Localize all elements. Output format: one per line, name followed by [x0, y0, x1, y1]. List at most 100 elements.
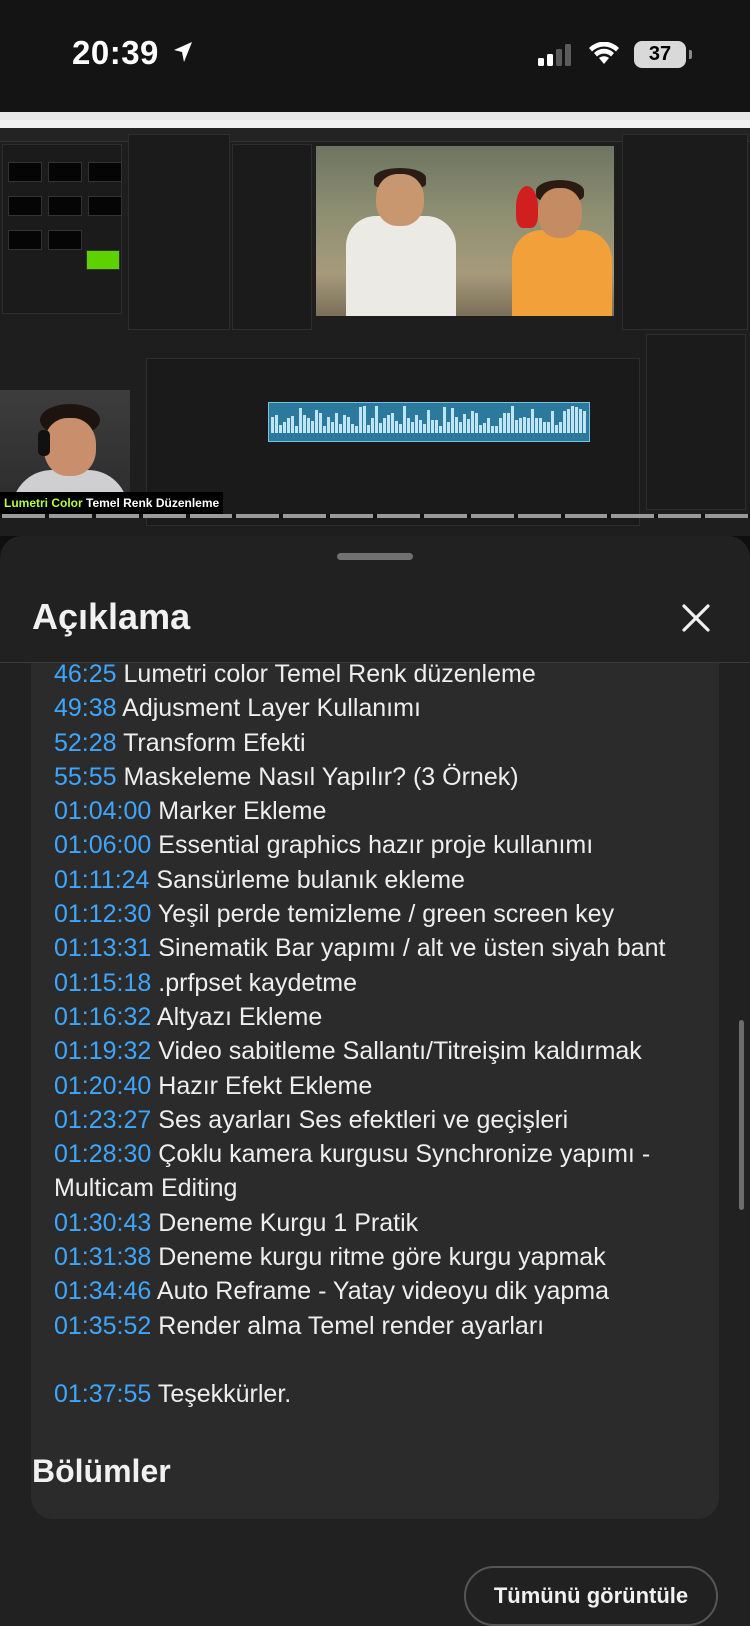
waveform-bar	[503, 413, 506, 433]
chapter-line: 01:15:18 .prfpset kaydetme	[54, 966, 698, 1000]
drag-handle[interactable]	[337, 553, 413, 560]
chapter-segment[interactable]	[95, 514, 139, 518]
waveform-bar	[575, 407, 578, 433]
chapter-line: 52:28 Transform Efekti	[54, 726, 698, 760]
timestamp-link[interactable]: 52:28	[54, 729, 117, 757]
waveform-bar	[527, 418, 530, 433]
waveform-bar	[447, 422, 450, 433]
waveform-bar	[335, 413, 338, 433]
waveform-bar	[303, 415, 306, 433]
scrollbar[interactable]	[739, 1020, 744, 1210]
timestamp-link[interactable]: 01:20:40	[54, 1072, 151, 1100]
waveform-bar	[391, 413, 394, 433]
chapter-segment[interactable]	[517, 514, 561, 518]
waveform-bar	[467, 419, 470, 433]
timestamp-link[interactable]: 55:55	[54, 763, 117, 791]
waveform-bar	[543, 422, 546, 433]
waveform-bar	[311, 421, 314, 433]
description-text: 46:25 Lumetri color Temel Renk düzenleme…	[54, 663, 698, 1411]
headset-icon	[38, 430, 50, 456]
waveform-bar	[319, 413, 322, 433]
waveform-bar	[491, 426, 494, 433]
timestamp-link[interactable]: 01:28:30	[54, 1140, 151, 1168]
timestamp-link[interactable]: 01:13:31	[54, 934, 151, 962]
timestamp-link[interactable]: 46:25	[54, 663, 117, 688]
chapter-line: 01:20:40 Hazır Efekt Ekleme	[54, 1069, 698, 1103]
location-arrow-icon	[174, 42, 192, 62]
chapter-line: 49:38 Adjusment Layer Kullanımı	[54, 691, 698, 725]
effects-panel	[646, 334, 746, 510]
video-player[interactable]: Lumetri Color Temel Renk Düzenleme	[0, 112, 750, 536]
media-thumbnail	[88, 162, 122, 182]
close-button[interactable]	[672, 594, 720, 642]
timestamp-link[interactable]: 01:16:32	[54, 1003, 151, 1031]
timestamp-link[interactable]: 01:12:30	[54, 900, 151, 928]
waveform-bar	[291, 416, 294, 433]
timestamp-link[interactable]: 01:30:43	[54, 1209, 151, 1237]
timestamp-link[interactable]: 01:34:46	[54, 1277, 151, 1305]
chapter-progress-bar[interactable]	[0, 514, 750, 518]
chapter-segment[interactable]	[470, 514, 514, 518]
waveform-bar	[443, 407, 446, 433]
sheet-title: Açıklama	[32, 596, 191, 637]
waveform-bar	[371, 418, 374, 433]
waveform-bar	[511, 406, 514, 433]
view-all-button[interactable]: Tümünü görüntüle	[464, 1566, 718, 1626]
waveform-bar	[519, 418, 522, 433]
timestamp-link[interactable]: 01:31:38	[54, 1243, 151, 1271]
chapter-line: 01:06:00 Essential graphics hazır proje …	[54, 828, 698, 862]
timestamp-link[interactable]: 49:38	[54, 694, 117, 722]
waveform-bar	[343, 415, 346, 433]
program-monitor	[316, 146, 614, 316]
chapter-segment[interactable]	[611, 514, 655, 518]
chapter-line: 55:55 Maskeleme Nasıl Yapılır? (3 Örnek)	[54, 760, 698, 794]
chapter-segment[interactable]	[658, 514, 702, 518]
chapters-section-title: Bölümler	[32, 1453, 171, 1489]
waveform-bar	[451, 408, 454, 433]
chapter-title: Sansürleme bulanık ekleme	[156, 865, 465, 894]
chapter-title: Yeşil perde temizleme / green screen key	[157, 900, 615, 929]
waveform-bar	[431, 420, 434, 433]
timestamp-link[interactable]: 01:35:52	[54, 1312, 151, 1340]
waveform-bar	[275, 415, 278, 433]
timestamp-link[interactable]: 01:23:27	[54, 1106, 151, 1134]
chapter-title: Lumetri color Temel Renk düzenleme	[123, 663, 536, 688]
chapter-segment[interactable]	[236, 514, 280, 518]
chapter-title: Auto Reframe - Yatay videoyu dik yapma	[156, 1277, 609, 1306]
chapter-segment[interactable]	[189, 514, 233, 518]
waveform-bar	[483, 423, 486, 433]
waveform-bar	[523, 417, 526, 433]
timestamp-link[interactable]: 01:11:24	[54, 866, 149, 894]
chapter-title: Deneme Kurgu 1 Pratik	[158, 1208, 419, 1237]
chapter-segment[interactable]	[705, 514, 748, 518]
timestamp-link[interactable]: 01:15:18	[54, 969, 151, 997]
waveform-bar	[555, 425, 558, 433]
timestamp-link[interactable]: 01:04:00	[54, 797, 151, 825]
chapter-segment[interactable]	[283, 514, 327, 518]
chapter-title: Deneme kurgu ritme göre kurgu yapmak	[158, 1243, 606, 1272]
timestamp-link[interactable]: 01:06:00	[54, 831, 151, 859]
chapter-segment[interactable]	[423, 514, 467, 518]
source-panel	[232, 144, 312, 330]
chapter-title: Essential graphics hazır proje kullanımı	[158, 831, 594, 860]
waveform-bar	[403, 406, 406, 433]
close-icon	[682, 604, 710, 632]
wifi-icon	[589, 42, 619, 64]
caption-highlight: Lumetri Color	[4, 496, 83, 510]
chapter-segment[interactable]	[377, 514, 420, 518]
waveform-bar	[379, 423, 382, 433]
chapter-segment[interactable]	[142, 514, 186, 518]
waveform-bar	[387, 415, 390, 433]
timestamp-link[interactable]: 01:37:55	[54, 1380, 151, 1408]
chapter-segment[interactable]	[330, 514, 373, 518]
cellular-signal-icon	[538, 44, 571, 66]
chapter-segment[interactable]	[48, 514, 92, 518]
chapter-title: Transform Efekti	[123, 728, 306, 757]
chapter-segment[interactable]	[2, 514, 45, 518]
timestamp-link[interactable]: 01:19:32	[54, 1037, 151, 1065]
waveform-bar	[347, 417, 350, 433]
chapter-line: 01:31:38 Deneme kurgu ritme göre kurgu y…	[54, 1240, 698, 1274]
chapter-line: 01:04:00 Marker Ekleme	[54, 794, 698, 828]
chapter-segment[interactable]	[564, 514, 608, 518]
waveform-bar	[339, 424, 342, 433]
